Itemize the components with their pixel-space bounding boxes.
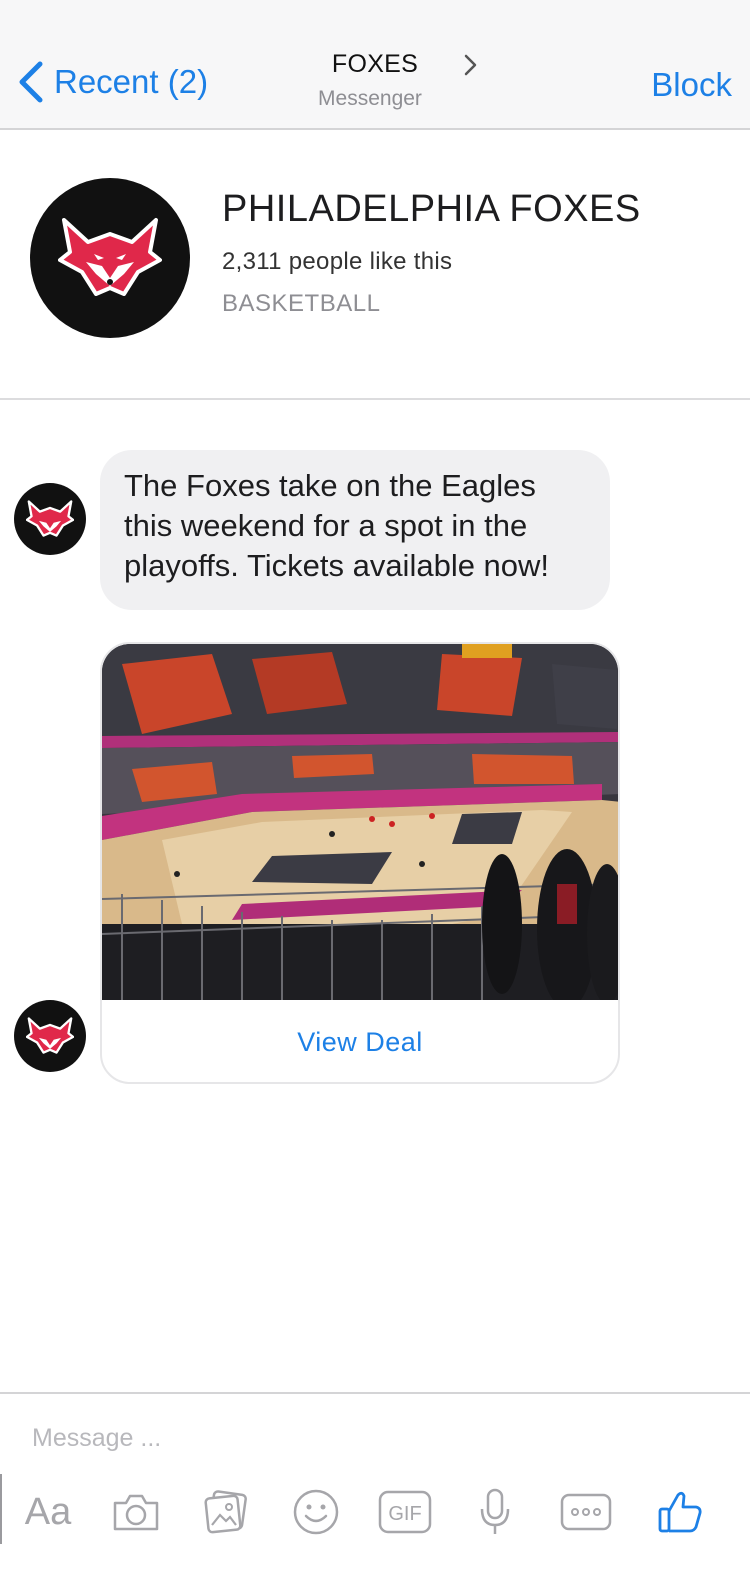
gif-icon: GIF [378, 1490, 432, 1534]
text-format-label: Aa [24, 1490, 72, 1533]
microphone-icon [480, 1488, 510, 1534]
edge-divider [0, 1474, 2, 1544]
more-button[interactable] [554, 1470, 618, 1554]
deal-card[interactable]: View Deal [100, 642, 620, 1084]
composer-toolbar: Aa GIF [0, 1470, 750, 1554]
page-profile-header: PHILADELPHIA FOXES 2,311 people like thi… [0, 132, 750, 400]
page-avatar[interactable] [30, 178, 190, 338]
nav-bar: Recent (2) FOXES Messenger Block [0, 0, 750, 130]
fox-logo-icon [26, 500, 74, 537]
more-icon [560, 1493, 612, 1531]
page-category: BASKETBALL [222, 290, 381, 317]
camera-button[interactable] [106, 1470, 166, 1554]
page-title: FOXES [331, 50, 419, 78]
like-button[interactable] [650, 1470, 710, 1554]
emoji-button[interactable] [286, 1470, 346, 1554]
gallery-button[interactable] [196, 1470, 256, 1554]
text-format-button[interactable]: Aa [16, 1470, 80, 1554]
page-likes: 2,311 people like this [222, 248, 453, 275]
message-composer: Aa GIF [0, 1392, 750, 1592]
view-deal-button[interactable]: View Deal [102, 1000, 618, 1082]
arena-photo [102, 644, 618, 1000]
gif-button[interactable]: GIF [374, 1470, 436, 1554]
message-input[interactable] [32, 1418, 712, 1458]
like-icon [658, 1491, 702, 1533]
sender-avatar[interactable] [14, 1000, 86, 1072]
message-bubble[interactable]: The Foxes take on the Eagles this weeken… [100, 450, 610, 610]
page-name: PHILADELPHIA FOXES [222, 188, 641, 230]
block-button[interactable]: Block [651, 66, 732, 104]
gif-label: GIF [388, 1503, 421, 1525]
fox-logo-icon [58, 218, 162, 296]
conversation-title[interactable]: FOXES Messenger [0, 50, 750, 111]
page-subtitle: Messenger [318, 87, 422, 110]
camera-icon [113, 1494, 159, 1531]
microphone-button[interactable] [466, 1470, 524, 1554]
sender-avatar[interactable] [14, 483, 86, 555]
fox-logo-icon [26, 1017, 74, 1054]
gallery-icon [204, 1490, 247, 1534]
chevron-right-icon [464, 54, 477, 76]
emoji-icon [293, 1489, 339, 1535]
